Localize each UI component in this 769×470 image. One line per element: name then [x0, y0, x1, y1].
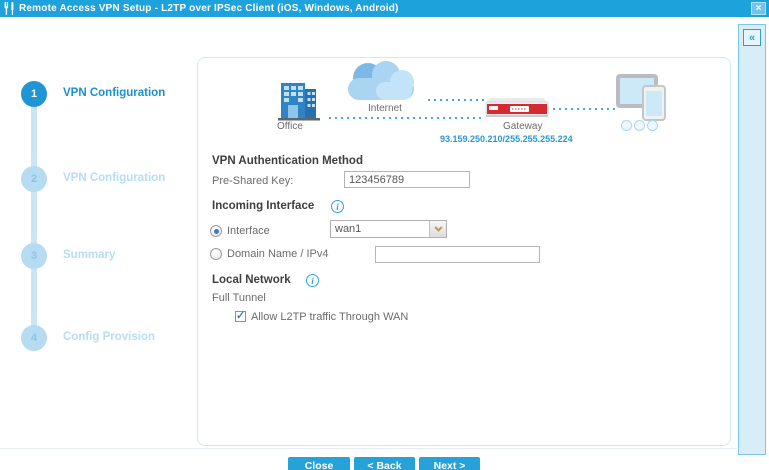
incoming-interface-heading: Incoming Interface: [212, 200, 314, 212]
close-icon[interactable]: ×: [751, 2, 766, 15]
vpn-setup-wizard-window: Remote Access VPN Setup - L2TP over IPSe…: [0, 0, 769, 470]
apple-icon: [634, 120, 645, 131]
client-devices-icon: [616, 72, 670, 127]
gateway-label: Gateway: [503, 121, 542, 132]
step-2-number: 2: [31, 173, 37, 185]
titlebar: Remote Access VPN Setup - L2TP over IPSe…: [0, 0, 769, 17]
windows-icon: [621, 120, 632, 131]
back-button[interactable]: < Back: [354, 457, 415, 470]
step-4-circle[interactable]: 4: [21, 325, 47, 351]
info-icon[interactable]: i: [306, 274, 319, 287]
internet-label: Internet: [368, 103, 402, 114]
step-2-circle[interactable]: 2: [21, 166, 47, 192]
domain-radio-label: Domain Name / IPv4: [227, 248, 328, 260]
window-title: Remote Access VPN Setup - L2TP over IPSe…: [19, 0, 399, 17]
interface-select[interactable]: wan1: [330, 220, 447, 238]
dotted-link-office-gateway: [329, 117, 484, 119]
step-2-label[interactable]: VPN Configuration: [63, 172, 165, 184]
pre-shared-key-label: Pre-Shared Key:: [212, 175, 293, 187]
interface-selected-value: wan1: [335, 223, 361, 235]
footer-separator: [0, 448, 737, 449]
domain-radio[interactable]: [210, 248, 222, 260]
next-button[interactable]: Next >: [419, 457, 480, 470]
allow-l2tp-label: Allow L2TP traffic Through WAN: [251, 311, 408, 323]
auth-method-heading: VPN Authentication Method: [212, 155, 363, 167]
allow-l2tp-checkbox[interactable]: ✓: [235, 311, 246, 322]
office-label: Office: [277, 121, 303, 132]
stepper-connector-line: [31, 94, 37, 338]
interface-radio-label: Interface: [227, 225, 270, 237]
checkmark-icon: ✓: [236, 309, 245, 322]
dotted-link-gateway-clients: [553, 108, 615, 110]
chevron-down-icon[interactable]: [429, 221, 446, 237]
close-button[interactable]: Close: [288, 457, 350, 470]
step-3-circle[interactable]: 3: [21, 243, 47, 269]
step-1-number: 1: [31, 88, 37, 100]
tunnel-mode-text: Full Tunnel: [212, 292, 266, 304]
step-4-number: 4: [31, 332, 37, 344]
pre-shared-key-input[interactable]: [344, 171, 470, 188]
step-3-label[interactable]: Summary: [63, 249, 115, 261]
dotted-link-cloud-gateway: [428, 99, 484, 101]
step-1-label[interactable]: VPN Configuration: [63, 87, 165, 99]
collapse-strip: «: [738, 24, 766, 455]
interface-radio[interactable]: [210, 225, 222, 237]
wizard-icon: [4, 2, 16, 15]
gateway-ip-address: 93.159.250.210/255.255.255.224: [440, 134, 573, 144]
step-3-number: 3: [31, 250, 37, 262]
step-4-label[interactable]: Config Provision: [63, 331, 155, 343]
android-icon: [647, 120, 658, 131]
local-network-heading: Local Network: [212, 274, 291, 286]
step-1-circle[interactable]: 1: [21, 81, 47, 107]
collapse-panel-button[interactable]: «: [743, 29, 761, 46]
info-icon[interactable]: i: [331, 200, 344, 213]
domain-name-input[interactable]: [375, 246, 540, 263]
